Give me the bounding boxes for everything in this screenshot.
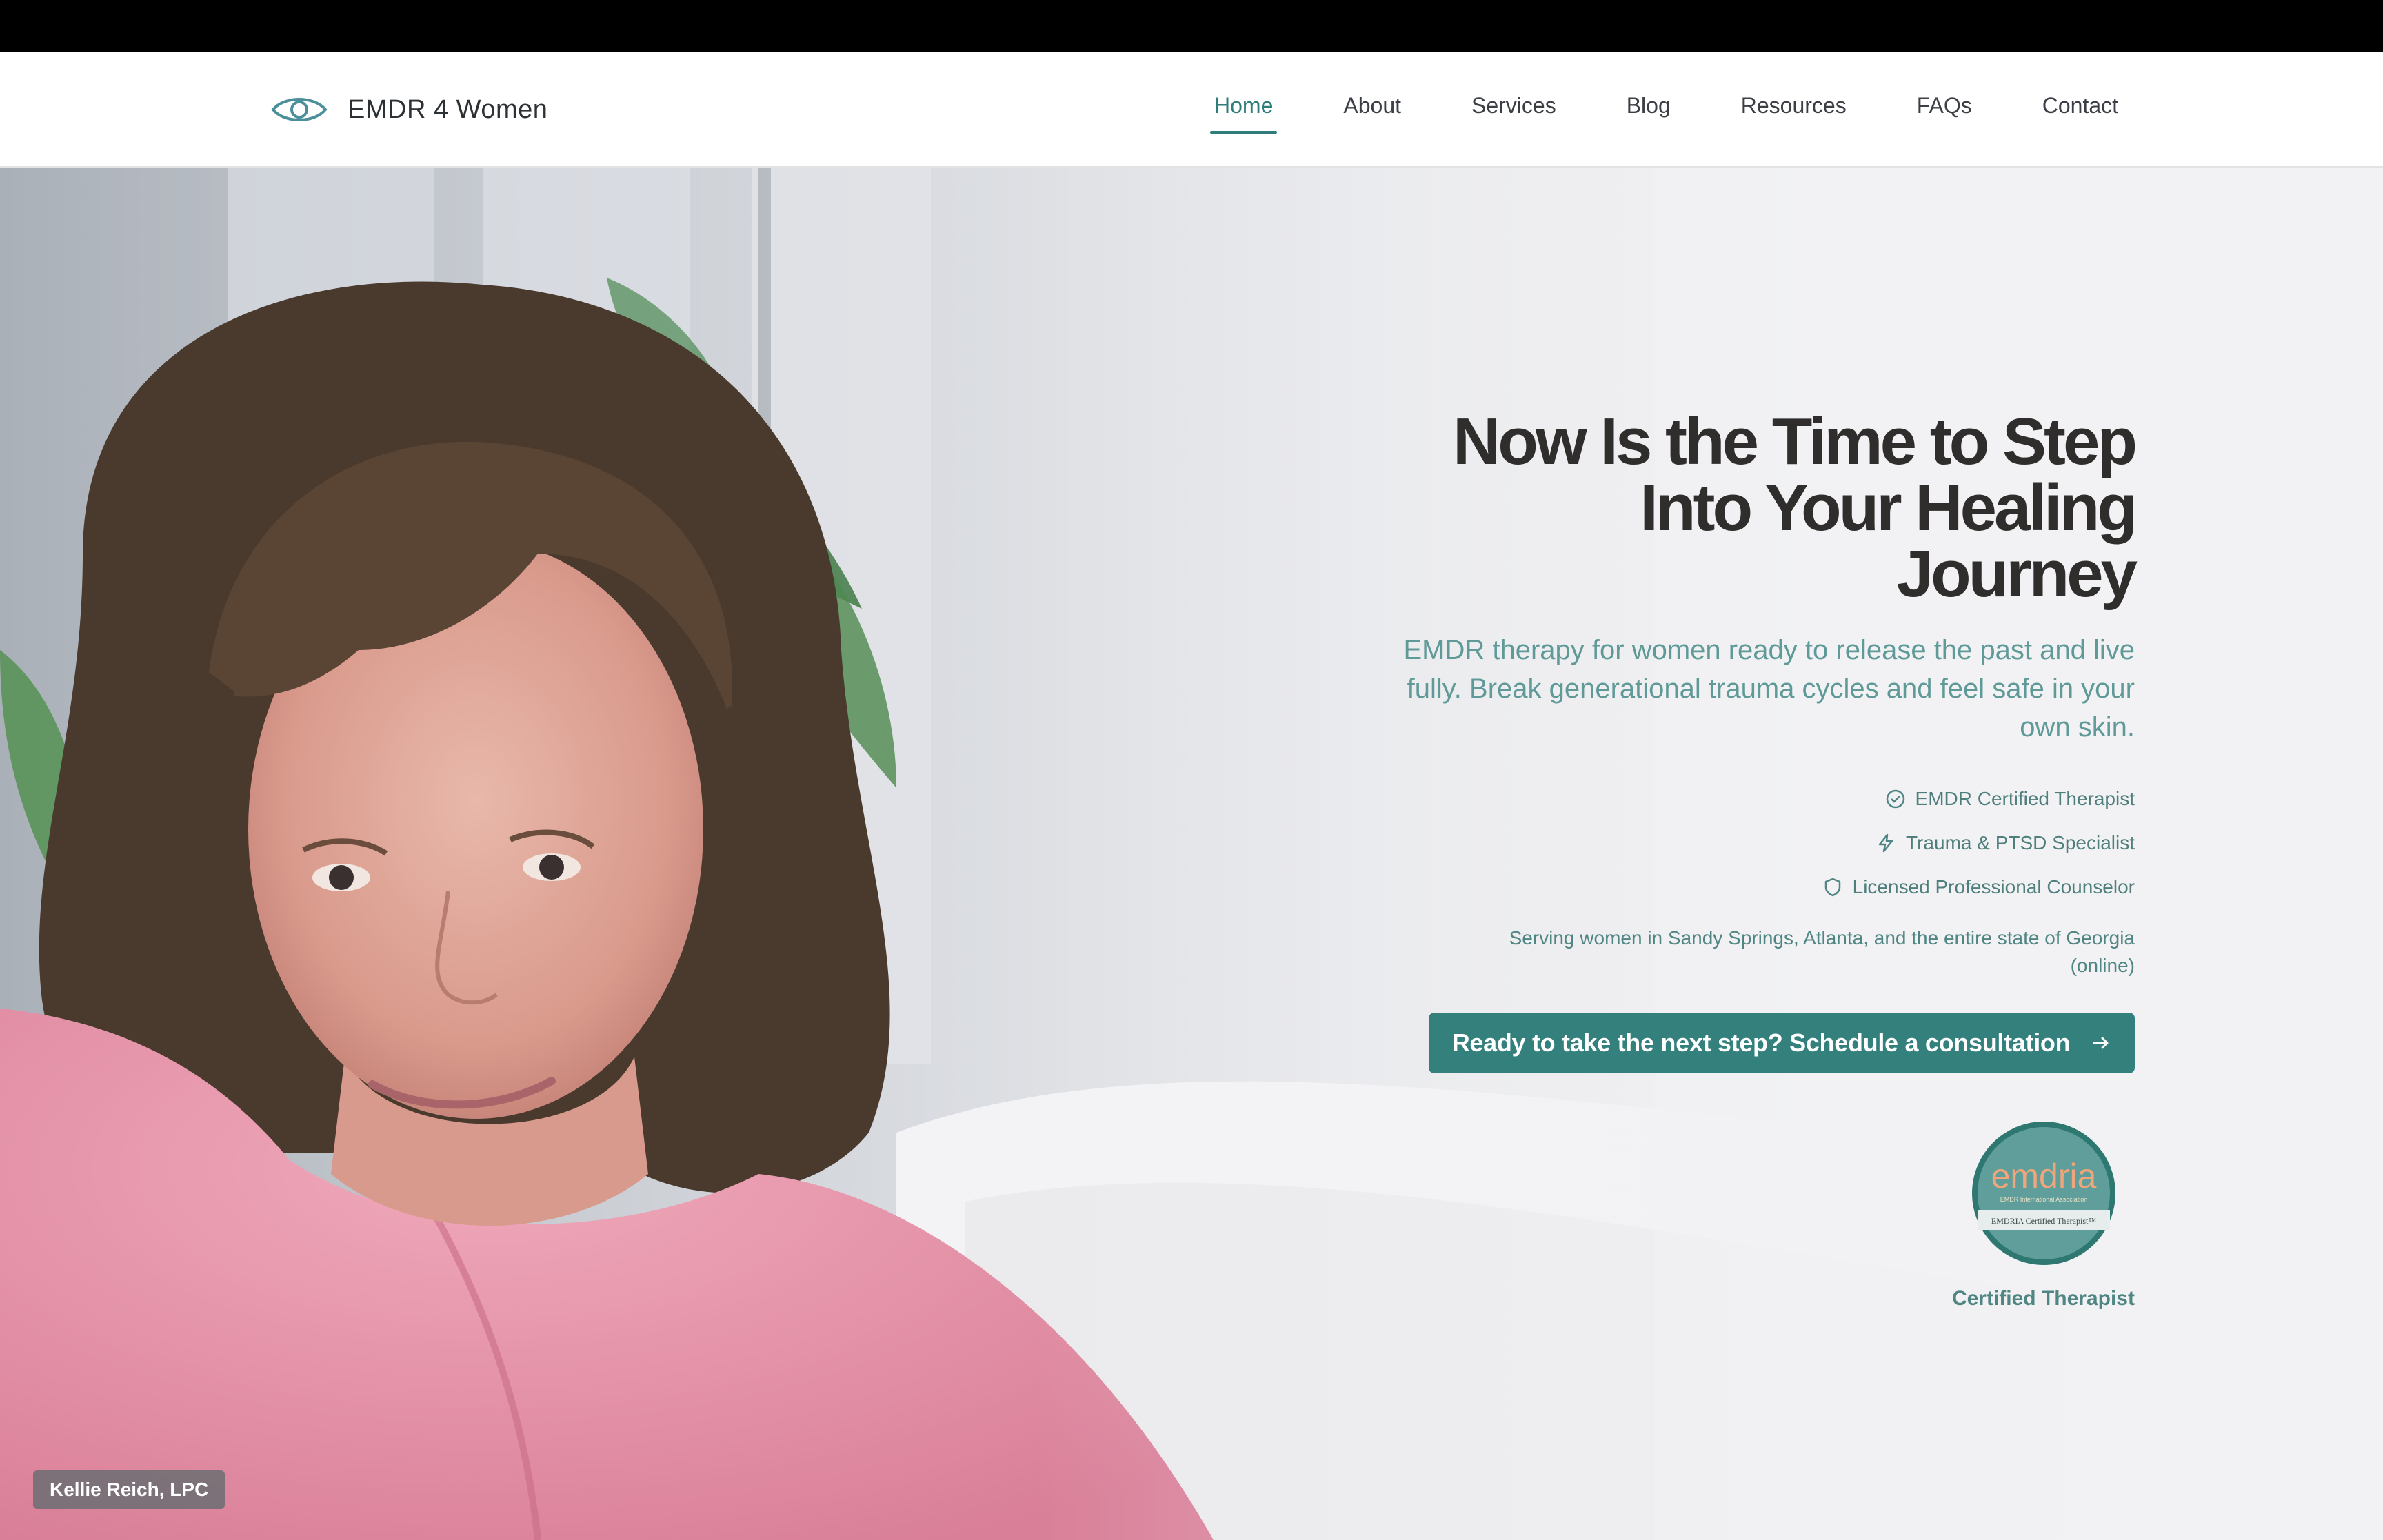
shield-icon	[1824, 878, 1840, 897]
badge-label: EMDR Certified Therapist	[1915, 788, 2135, 809]
schedule-consultation-button[interactable]: Ready to take the next step? Schedule a …	[1429, 1013, 2135, 1073]
check-circle-icon	[1886, 789, 1904, 809]
lightning-icon	[1878, 833, 1893, 853]
badge-label: Trauma & PTSD Specialist	[1906, 832, 2135, 853]
seal-org-name: EMDR International Association	[2000, 1196, 2088, 1203]
badge-trauma-specialist: Trauma & PTSD Specialist	[1169, 821, 2135, 865]
nav-item-faqs[interactable]: FAQs	[1917, 93, 1972, 124]
emdria-certified-seal[interactable]: emdria EMDR International Association EM…	[1969, 1119, 2118, 1268]
nav-item-contact[interactable]: Contact	[2042, 93, 2118, 124]
headline-line-3: Journey	[1896, 537, 2138, 611]
badge-licensed-counselor: Licensed Professional Counselor	[1169, 865, 2135, 909]
main-nav: Home About Services Blog Resources FAQs …	[1209, 93, 2118, 134]
top-black-strip	[0, 0, 2383, 52]
headline-line-2: Into Your Healing	[1640, 471, 2138, 545]
brand[interactable]: EMDR 4 Women	[270, 88, 547, 132]
seal-banner-text: EMDRIA Certified Therapist™	[1991, 1216, 2096, 1226]
hero-headline: Now Is the Time to Step Into Your Healin…	[1169, 409, 2138, 607]
site-header: EMDR 4 Women Home About Services Blog Re…	[0, 52, 2383, 168]
eye-icon	[271, 98, 328, 121]
nav-item-blog[interactable]: Blog	[1627, 93, 1671, 124]
certification-block: emdria EMDR International Association EM…	[1928, 1119, 2135, 1310]
nav-item-services[interactable]: Services	[1471, 93, 1556, 124]
brand-name: EMDR 4 Women	[348, 94, 548, 124]
headline-line-1: Now Is the Time to Step	[1452, 405, 2138, 478]
photo-caption: Kellie Reich, LPC	[33, 1470, 225, 1509]
nav-item-resources[interactable]: Resources	[1741, 93, 1847, 124]
hero-subtitle: EMDR therapy for women ready to release …	[1403, 635, 2135, 742]
credential-badges: EMDR Certified Therapist Trauma & PTSD S…	[1169, 777, 2135, 909]
certified-therapist-label: Certified Therapist	[1951, 1287, 2135, 1310]
badge-label: Licensed Professional Counselor	[1852, 876, 2135, 898]
seal-wordmark: emdria	[1991, 1157, 2097, 1195]
hero-section: Now Is the Time to Step Into Your Healin…	[0, 168, 2383, 1540]
hero-content: Now Is the Time to Step Into Your Healin…	[1169, 409, 2138, 1073]
service-area-note: Serving women in Sandy Springs, Atlanta,…	[1509, 927, 2135, 976]
nav-item-about[interactable]: About	[1343, 93, 1401, 124]
cta-label: Ready to take the next step? Schedule a …	[1451, 1029, 2071, 1057]
nav-item-home[interactable]: Home	[1209, 93, 1278, 134]
badge-emdr-certified: EMDR Certified Therapist	[1169, 777, 2135, 821]
arrow-right-icon	[2093, 1037, 2109, 1049]
